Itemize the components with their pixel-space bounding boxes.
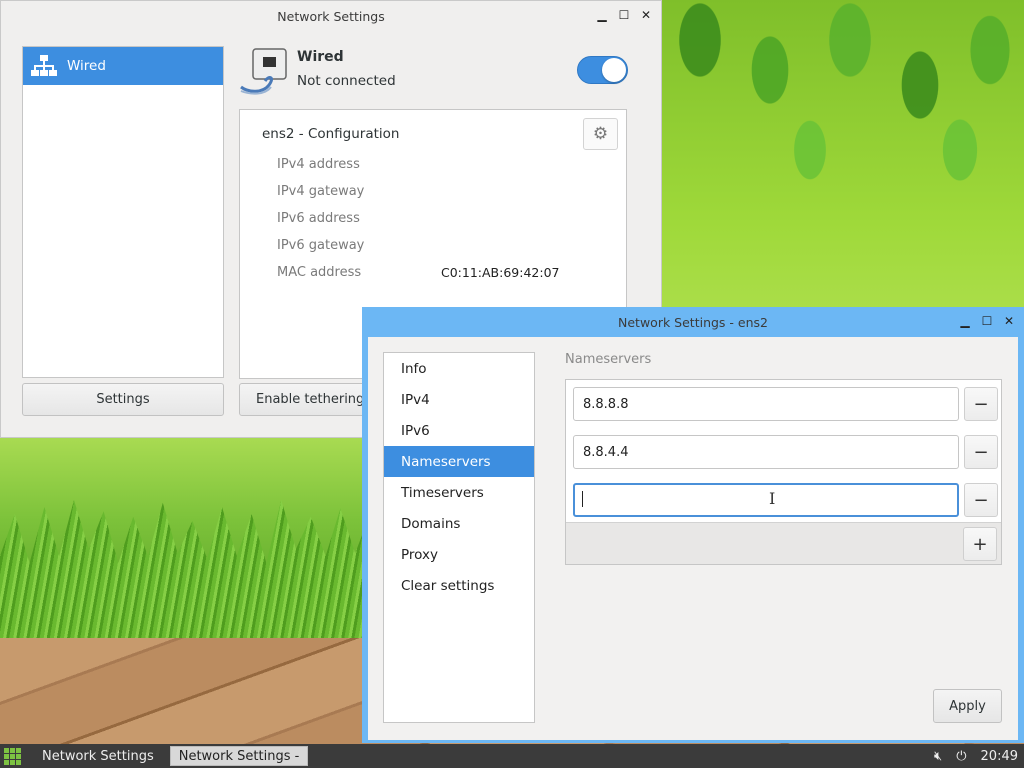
window-content: Info IPv4 IPv6 Nameservers Timeservers D… xyxy=(368,337,1018,740)
power-icon[interactable]: ⏻ xyxy=(956,749,966,764)
window-title: Network Settings xyxy=(277,8,385,24)
minimize-icon[interactable]: ▁ xyxy=(595,8,609,22)
ipv6-gateway-label: IPv6 gateway xyxy=(277,238,365,253)
sidebar-item-wired[interactable]: Wired xyxy=(23,47,223,85)
nav-item-ipv4[interactable]: IPv4 xyxy=(384,384,534,415)
device-name: Wired xyxy=(297,49,344,65)
nav-item-nameservers[interactable]: Nameservers xyxy=(384,446,534,477)
nav-item-timeservers[interactable]: Timeservers xyxy=(384,477,534,508)
nameserver-input-1[interactable] xyxy=(573,387,959,421)
system-tray: 🔇︎ ⏻ 20:49 xyxy=(934,749,1024,764)
window-title: Network Settings - ens2 xyxy=(618,314,768,330)
volume-muted-icon[interactable]: 🔇︎ xyxy=(934,749,942,764)
clock[interactable]: 20:49 xyxy=(981,749,1018,764)
text-caret xyxy=(582,491,583,507)
maximize-icon[interactable]: ☐ xyxy=(617,8,631,22)
nameserver-input-3[interactable] xyxy=(573,483,959,517)
nav-item-clear-settings[interactable]: Clear settings xyxy=(384,570,534,601)
settings-nav: Info IPv4 IPv6 Nameservers Timeservers D… xyxy=(383,352,535,723)
nav-item-info[interactable]: Info xyxy=(384,353,534,384)
maximize-icon[interactable]: ☐ xyxy=(980,314,994,328)
close-icon[interactable]: ✕ xyxy=(1002,314,1016,328)
wallpaper-grass xyxy=(0,500,370,640)
mac-address-value: C0:11:AB:69:42:07 xyxy=(441,265,560,280)
nav-item-ipv6[interactable]: IPv6 xyxy=(384,415,534,446)
app-menu-icon[interactable] xyxy=(4,747,26,765)
wallpaper-leaves xyxy=(660,0,1024,230)
window-titlebar[interactable]: Network Settings - ens2 ▁ ☐ ✕ xyxy=(362,307,1024,337)
ipv6-address-label: IPv6 address xyxy=(277,211,360,226)
taskbar: Network Settings Network Settings - 🔇︎ ⏻… xyxy=(0,744,1024,768)
ethernet-port-icon xyxy=(240,48,287,95)
toggle-knob xyxy=(602,58,626,82)
nameserver-input-2[interactable] xyxy=(573,435,959,469)
apply-button[interactable]: Apply xyxy=(933,689,1002,723)
configuration-title: ens2 - Configuration xyxy=(262,126,400,142)
device-status: Not connected xyxy=(297,73,396,89)
device-enable-toggle[interactable] xyxy=(577,56,628,84)
nameserver-field-wrapper: I xyxy=(573,483,959,517)
remove-nameserver-button[interactable]: − xyxy=(964,435,998,469)
mouse-ibeam-cursor: I xyxy=(769,489,776,508)
gear-icon[interactable]: ⚙ xyxy=(583,118,618,150)
minimize-icon[interactable]: ▁ xyxy=(958,314,972,328)
ipv4-address-label: IPv4 address xyxy=(277,157,360,172)
sidebar-item-label: Wired xyxy=(67,58,106,74)
section-heading: Nameservers xyxy=(565,352,652,367)
ipv4-gateway-label: IPv4 gateway xyxy=(277,184,365,199)
nav-item-domains[interactable]: Domains xyxy=(384,508,534,539)
taskbar-item-network-settings[interactable]: Network Settings xyxy=(34,746,162,766)
connection-list: Wired xyxy=(22,46,224,378)
remove-nameserver-button[interactable]: − xyxy=(964,387,998,421)
mac-address-label: MAC address xyxy=(277,265,362,280)
taskbar-item-network-settings-ens2[interactable]: Network Settings - xyxy=(169,746,309,766)
add-nameserver-button[interactable]: + xyxy=(963,527,997,561)
ens2-settings-window: Network Settings - ens2 ▁ ☐ ✕ Info IPv4 … xyxy=(362,307,1024,743)
close-icon[interactable]: ✕ xyxy=(639,8,653,22)
remove-nameserver-button[interactable]: − xyxy=(964,483,998,517)
nav-item-proxy[interactable]: Proxy xyxy=(384,539,534,570)
settings-button[interactable]: Settings xyxy=(22,383,224,416)
network-icon xyxy=(31,55,57,76)
nameservers-list: − − I − + xyxy=(565,379,1002,565)
nameservers-footer: + xyxy=(566,522,1001,564)
window-titlebar[interactable]: Network Settings ▁ ☐ ✕ xyxy=(1,1,661,31)
